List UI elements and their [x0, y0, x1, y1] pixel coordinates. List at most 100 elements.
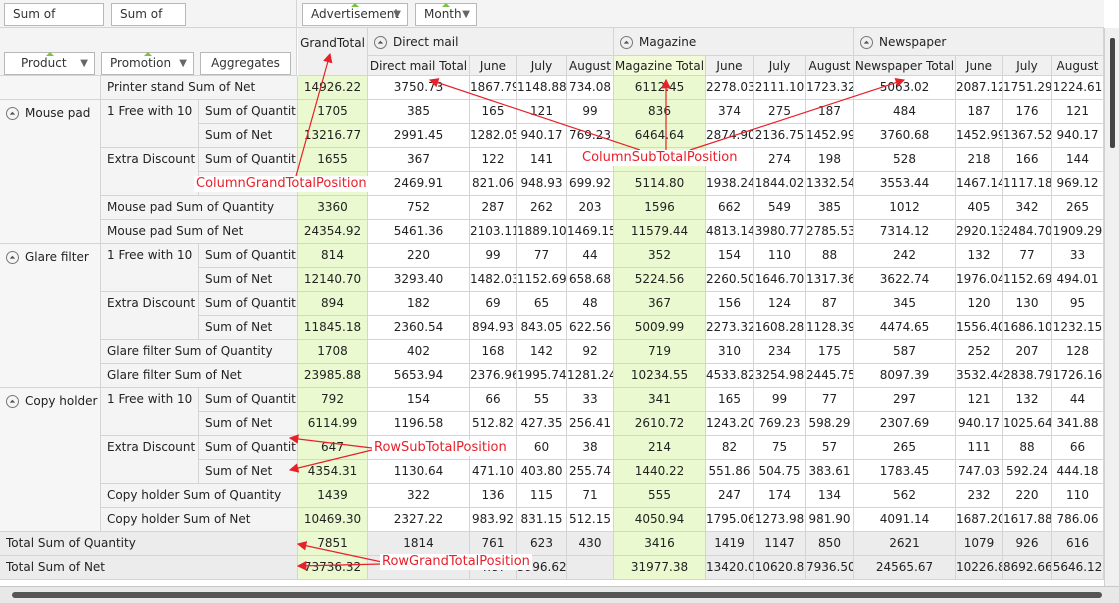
data-cell: 6112.45 — [614, 76, 706, 100]
data-cell: 471.10 — [470, 460, 517, 484]
row-header-subtotal: Mouse pad Sum of Net — [101, 220, 298, 244]
collapse-icon[interactable]: ⏶ — [620, 36, 633, 49]
filter-icon[interactable]: ▼ — [393, 4, 401, 25]
data-cell: 926 — [1003, 532, 1052, 556]
data-cell: 38 — [567, 436, 614, 460]
data-cell: 769.23 — [567, 124, 614, 148]
data-cell: 814 — [298, 244, 368, 268]
collapse-icon[interactable]: ⏶ — [6, 107, 19, 120]
data-cell: 73736.32 — [298, 556, 368, 580]
header-label: GrandTotal — [300, 36, 365, 50]
column-subheader: Magazine Total — [614, 56, 706, 76]
row-header-subtotal: Copy holder Sum of Net — [101, 508, 298, 532]
data-cell: 252 — [956, 340, 1003, 364]
data-cell: 77 — [806, 388, 854, 412]
row-header-product[interactable]: ⏶ Copy holder — [0, 388, 101, 532]
data-cell: 598.29 — [806, 412, 854, 436]
annotation-row-subtotal: RowSubTotalPosition — [372, 440, 509, 456]
vertical-scrollbar[interactable] — [1104, 28, 1119, 586]
collapse-icon[interactable]: ⏶ — [6, 251, 19, 264]
data-cell: 88 — [1003, 436, 1052, 460]
data-cell: 10620.8 — [754, 556, 806, 580]
data-cell: 168 — [470, 340, 517, 364]
data-cell: 1726.16 — [1052, 364, 1104, 388]
data-cell: 6464.64 — [614, 124, 706, 148]
data-cell: 5114.80 — [614, 172, 706, 196]
data-cell: 1117.18 — [1003, 172, 1052, 196]
data-cell: 1995.74 — [517, 364, 567, 388]
data-cell: 843.05 — [517, 316, 567, 340]
data-cell: 10469.30 — [298, 508, 368, 532]
row-header-aggregate: Sum of Net — [199, 412, 298, 436]
data-cell: 948.93 — [517, 172, 567, 196]
column-subheader: August — [806, 56, 854, 76]
row-field-aggregates[interactable]: Aggregates — [200, 52, 291, 75]
data-cell: 130 — [1003, 292, 1052, 316]
filter-icon[interactable]: ▼ — [179, 53, 187, 74]
data-cell: 549 — [754, 196, 806, 220]
data-cell: 1938.24 — [706, 172, 754, 196]
annotation-row-grand-total: RowGrandTotalPosition — [380, 554, 532, 570]
row-header-aggregate: Sum of Quantit — [199, 244, 298, 268]
data-cell: 247 — [706, 484, 754, 508]
scrollbar-thumb[interactable] — [1110, 38, 1115, 148]
magazine-header[interactable]: ⏶ Magazine — [614, 28, 854, 56]
data-cell: 1196.58 — [368, 412, 470, 436]
data-cell: 5009.99 — [614, 316, 706, 340]
column-field-advertisement[interactable]: Advertisement ▼ — [302, 3, 408, 26]
newspaper-header[interactable]: ⏶ Newspaper — [854, 28, 1104, 56]
data-cell: 141 — [517, 148, 567, 172]
data-cell: 1152.69 — [1003, 268, 1052, 292]
row-header-product[interactable]: ⏶ Glare filter — [0, 244, 101, 388]
grand-total-header: GrandTotal — [298, 28, 368, 76]
filter-icon[interactable]: ▼ — [462, 4, 470, 25]
direct-mail-header[interactable]: ⏶ Direct mail — [368, 28, 614, 56]
drag-grip-icon — [143, 52, 152, 56]
data-cell: 850 — [806, 532, 854, 556]
filter-sum-of-net[interactable]: Sum of Net — [111, 3, 186, 42]
data-cell: 99 — [754, 388, 806, 412]
collapse-icon[interactable]: ⏶ — [860, 36, 873, 49]
data-cell: 8097.39 — [854, 364, 956, 388]
column-field-month[interactable]: Month ▼ — [415, 3, 477, 26]
data-cell: 940.17 — [517, 124, 567, 148]
horizontal-scrollbar[interactable] — [0, 586, 1119, 603]
data-cell: 385 — [806, 196, 854, 220]
filter-sum-of-quantity[interactable]: Sum of Quantity — [4, 3, 104, 42]
data-cell: 154 — [706, 244, 754, 268]
data-cell: 3622.74 — [854, 268, 956, 292]
row-header-promotion: Extra Discount — [101, 148, 199, 196]
collapse-icon[interactable]: ⏶ — [6, 395, 19, 408]
data-cell: 165 — [706, 388, 754, 412]
data-cell: 121 — [956, 388, 1003, 412]
data-cell: 341.88 — [1052, 412, 1104, 436]
data-cell: 1556.40 — [956, 316, 1003, 340]
data-cell: 1708 — [298, 340, 368, 364]
data-cell: 1909.29 — [1052, 220, 1104, 244]
data-cell: 1147 — [754, 532, 806, 556]
data-cell: 144 — [1052, 148, 1104, 172]
filter-icon[interactable]: ▼ — [80, 53, 88, 74]
collapse-icon[interactable]: ⏶ — [374, 36, 387, 49]
data-cell: 7936.50 — [806, 556, 854, 580]
data-cell: 2991.45 — [368, 124, 470, 148]
data-cell: 82 — [706, 436, 754, 460]
row-field-promotion[interactable]: Promotion ▼ — [101, 52, 194, 75]
data-cell: 166 — [1003, 148, 1052, 172]
data-cell: 3980.77 — [754, 220, 806, 244]
header-label: Newspaper — [879, 35, 947, 49]
data-cell: 2920.13 — [956, 220, 1003, 244]
data-cell: 33 — [1052, 244, 1104, 268]
row-field-product[interactable]: Product ▼ — [4, 52, 95, 75]
data-cell: 57 — [806, 436, 854, 460]
data-cell: 2136.75 — [754, 124, 806, 148]
scrollbar-thumb[interactable] — [12, 592, 1102, 598]
row-header-aggregate: Sum of Net — [199, 316, 298, 340]
data-cell: 1596 — [614, 196, 706, 220]
data-cell: 1889.10 — [517, 220, 567, 244]
data-cell: 13216.77 — [298, 124, 368, 148]
row-header-subtotal: Printer stand Sum of Net — [101, 76, 298, 100]
data-cell: 699.92 — [567, 172, 614, 196]
data-cell: 310 — [706, 340, 754, 364]
row-header-product[interactable]: ⏶ Mouse pad — [0, 100, 101, 244]
